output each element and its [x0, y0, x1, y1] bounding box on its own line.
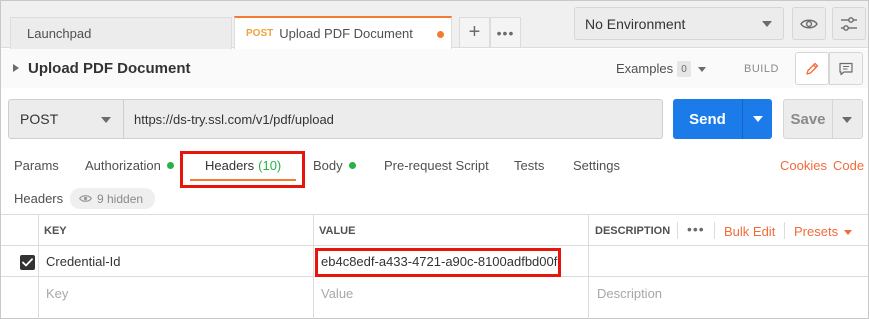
- eye-icon: [800, 19, 818, 28]
- new-description-input[interactable]: Description: [597, 286, 662, 301]
- column-divider: [313, 215, 314, 319]
- new-tab-button[interactable]: +: [459, 17, 490, 48]
- highlight-headers-tab: [180, 151, 305, 188]
- url-value: https://ds-try.ssl.com/v1/pdf/upload: [134, 111, 334, 127]
- table-header: KEY VALUE DESCRIPTION ••• Bulk Edit Pres…: [1, 215, 868, 246]
- chevron-down-icon: [842, 117, 852, 123]
- checkmark-icon: [22, 258, 33, 267]
- chevron-down-icon: [762, 21, 772, 27]
- bulk-edit-link[interactable]: Bulk Edit: [724, 224, 775, 239]
- column-divider: [38, 215, 39, 319]
- column-header-key: KEY: [44, 225, 67, 237]
- divider: [677, 222, 678, 239]
- tab-tests[interactable]: Tests: [514, 158, 544, 173]
- examples-dropdown[interactable]: Examples: [616, 61, 673, 76]
- chevron-down-icon[interactable]: [698, 67, 706, 72]
- environment-selected: No Environment: [585, 15, 686, 32]
- status-dot-icon: [348, 162, 356, 169]
- tab-launchpad[interactable]: Launchpad: [10, 17, 232, 49]
- tab-pre-request-script[interactable]: Pre-request Script: [384, 158, 489, 173]
- new-value-input[interactable]: Value: [321, 286, 353, 301]
- comment-icon: [839, 62, 853, 75]
- header-key-cell[interactable]: Credential-Id: [46, 254, 120, 269]
- tab-body-label: Body: [313, 158, 343, 173]
- save-options-button[interactable]: [833, 99, 863, 139]
- unsaved-dot-icon: [437, 31, 444, 38]
- chevron-down-icon: [753, 116, 763, 122]
- environment-quick-look-button[interactable]: [792, 7, 826, 40]
- tab-upload-pdf[interactable]: POST Upload PDF Document: [234, 16, 452, 49]
- comments-button[interactable]: [829, 52, 863, 85]
- save-button[interactable]: Save: [783, 99, 833, 139]
- table-options-button[interactable]: •••: [687, 221, 705, 237]
- more-tabs-button[interactable]: •••: [490, 17, 521, 48]
- tab-launchpad-label: Launchpad: [27, 26, 92, 41]
- manage-environments-button[interactable]: [832, 7, 866, 40]
- tab-authorization-label: Authorization: [85, 158, 161, 173]
- new-key-input[interactable]: Key: [46, 286, 68, 301]
- eye-icon: [79, 194, 92, 203]
- tab-settings[interactable]: Settings: [573, 158, 620, 173]
- send-options-button[interactable]: [742, 99, 772, 139]
- pencil-icon: [806, 62, 819, 75]
- method-select[interactable]: POST: [8, 99, 124, 139]
- method-selected: POST: [20, 111, 59, 127]
- highlight-credential-value: [315, 248, 561, 277]
- column-header-description: DESCRIPTION: [595, 225, 671, 237]
- divider: [714, 222, 715, 239]
- presets-dropdown[interactable]: Presets: [794, 224, 838, 239]
- environment-select[interactable]: No Environment: [574, 7, 784, 40]
- tab-method-badge: POST: [246, 28, 274, 39]
- tab-strip: Launchpad POST Upload PDF Document + •••…: [1, 1, 868, 49]
- expand-caret-icon[interactable]: [13, 64, 19, 72]
- status-dot-icon: [166, 162, 174, 169]
- cookies-link[interactable]: Cookies: [780, 158, 827, 173]
- tab-title: Upload PDF Document: [279, 26, 413, 41]
- request-title-row: Upload PDF Document Examples 0 BUILD: [1, 49, 868, 88]
- examples-count-badge: 0: [677, 61, 691, 77]
- row-enabled-checkbox[interactable]: [20, 255, 35, 270]
- send-button[interactable]: Send: [673, 99, 742, 139]
- edit-button[interactable]: [795, 52, 829, 85]
- table-row-new: Key Value Description: [1, 278, 868, 309]
- column-divider: [588, 215, 589, 319]
- tab-body[interactable]: Body: [313, 158, 356, 173]
- build-mode-label[interactable]: BUILD: [744, 63, 779, 75]
- chevron-down-icon[interactable]: [844, 230, 852, 235]
- divider: [784, 222, 785, 239]
- tab-params[interactable]: Params: [14, 158, 59, 173]
- headers-table: KEY VALUE DESCRIPTION ••• Bulk Edit Pres…: [1, 214, 868, 319]
- chevron-down-icon: [101, 117, 111, 123]
- hidden-count: 9 hidden: [97, 191, 144, 206]
- column-header-value: VALUE: [319, 225, 356, 237]
- sliders-icon: [841, 16, 857, 31]
- request-title[interactable]: Upload PDF Document: [28, 60, 191, 77]
- headers-section-label: Headers: [14, 191, 64, 206]
- url-input[interactable]: https://ds-try.ssl.com/v1/pdf/upload: [123, 99, 663, 139]
- code-link[interactable]: Code: [833, 158, 864, 173]
- tab-authorization[interactable]: Authorization: [85, 158, 174, 173]
- hidden-headers-toggle[interactable]: 9 hidden: [70, 188, 155, 209]
